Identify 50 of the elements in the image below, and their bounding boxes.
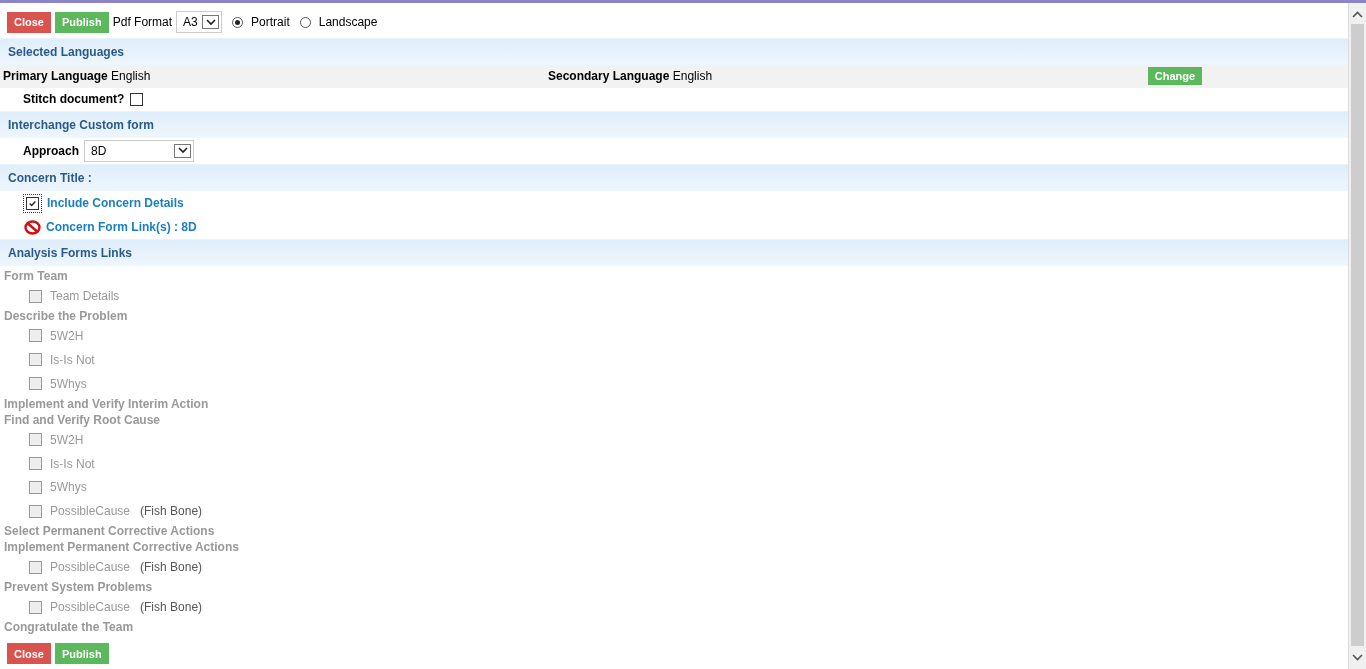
concern-form-link[interactable]: Concern Form Link(s) : 8D (46, 220, 197, 235)
form-option-label: 5W2H (50, 432, 84, 447)
form-option-note: (Fish Bone) (140, 600, 203, 615)
form-option-label: 5W2H (50, 328, 84, 343)
publish-button[interactable]: Publish (54, 643, 109, 665)
caret-icon (202, 15, 220, 30)
form-group-title: Form Team (3, 268, 69, 285)
approach-label: Approach (23, 143, 79, 158)
form-group-title: Describe the Problem (3, 307, 129, 324)
form-group-title: Implement Permanent Corrective Actions (3, 539, 240, 556)
include-concern-details-label[interactable]: Include Concern Details (47, 196, 184, 211)
form-option-label: Is-Is Not (50, 456, 95, 471)
caret-icon (174, 143, 191, 158)
section-heading: Interchange Custom form (0, 110, 1348, 138)
form-group-title: Implement and Verify Interim Action (3, 395, 210, 412)
section-heading: Selected Languages (0, 37, 1348, 65)
form-option-label: PossibleCause (50, 560, 131, 575)
publish-button[interactable]: Publish (54, 11, 109, 33)
change-button[interactable]: Change (1148, 67, 1202, 86)
scroll-up-icon[interactable] (1352, 11, 1363, 18)
close-button[interactable]: Close (7, 643, 51, 665)
form-option-label: PossibleCause (50, 600, 131, 615)
stitch-document-label: Stitch document? (23, 92, 125, 107)
form-option-label: PossibleCause (50, 504, 131, 519)
pdf-format-select[interactable]: A3 (176, 11, 223, 34)
radio-label: Portrait (251, 15, 290, 30)
form-option-label: 5Whys (50, 376, 87, 391)
form-group-title: Find and Verify Root Cause (3, 411, 162, 428)
section-heading: Analysis Forms Links (0, 239, 1348, 267)
form-option-label: Team Details (50, 289, 120, 303)
form-group-title: Congratulate the Team (3, 619, 135, 636)
close-button[interactable]: Close (7, 11, 51, 33)
form-group-title: Prevent System Problems (3, 579, 154, 596)
approach-select[interactable]: 8D (84, 139, 194, 162)
prohibited-icon (24, 219, 41, 235)
form-option-note: (Fish Bone) (140, 560, 203, 575)
secondary-language-label: Secondary Language English (548, 69, 714, 84)
checkbox[interactable] (130, 92, 144, 106)
form-option-label: Is-Is Not (50, 352, 95, 367)
primary-language-label: Primary Language English (3, 69, 152, 84)
form-group-title: Select Permanent Corrective Actions (3, 523, 216, 540)
form-option-label: 5Whys (50, 480, 87, 495)
checkmark-icon (28, 198, 37, 208)
checkbox[interactable] (26, 196, 39, 210)
pdf-format-label: Pdf Format (112, 15, 173, 30)
radio-label: Landscape (318, 15, 378, 30)
scrollbar[interactable] (1348, 3, 1366, 669)
scroll-down-icon[interactable] (1352, 654, 1363, 661)
form-option-note: (Fish Bone) (140, 504, 203, 519)
section-heading: Concern Title : (0, 164, 1348, 192)
